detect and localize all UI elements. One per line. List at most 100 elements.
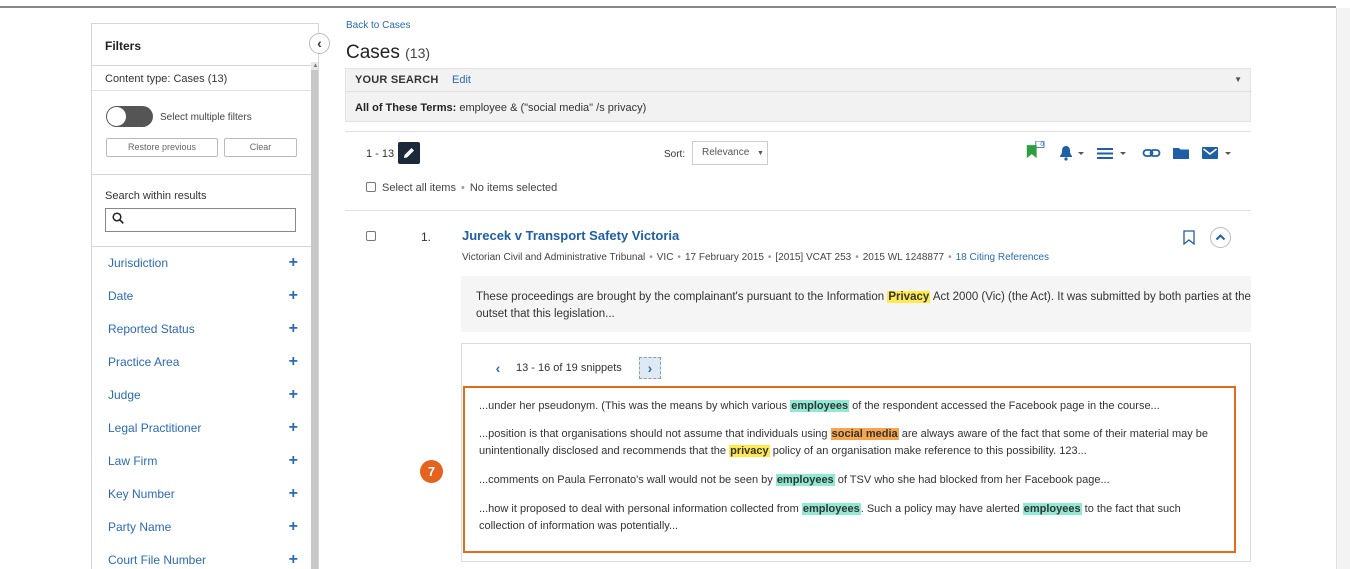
sort-select[interactable]: Relevance ▼ [692,141,768,165]
facet-label: Legal Practitioner [108,421,202,435]
result-checkbox[interactable] [366,231,376,241]
facet-label: Party Name [108,520,172,534]
plus-icon[interactable]: + [289,386,298,404]
folder-icon[interactable] [1172,144,1190,162]
bell-alert-icon[interactable] [1057,144,1087,162]
divider [345,131,1251,132]
restore-previous-button[interactable]: Restore previous [106,138,218,157]
plus-icon[interactable]: + [289,419,298,437]
select-all-checkbox[interactable] [366,182,376,192]
facet-party-name[interactable]: Party Name + [108,518,298,540]
highlight-term: Privacy [887,291,931,303]
divider [92,174,311,175]
facet-label: Practice Area [108,355,180,369]
callout-number-badge: 7 [420,460,443,483]
highlight-term: employees [790,400,850,412]
result-summary: These proceedings are brought by the com… [461,276,1251,332]
edit-list-button[interactable] [398,142,420,164]
your-search-heading: YOUR SEARCH [355,74,439,86]
citing-references-link[interactable]: 18 Citing References [956,252,1049,263]
separator-dot: • [649,252,653,263]
result-number: 1. [421,230,432,244]
select-all-row[interactable]: Select all items • No items selected [366,182,557,194]
divider [345,210,1251,211]
snippet-text: ...comments on Paula Ferronato's wall wo… [479,474,776,486]
search-terms: All of These Terms: employee & ("social … [355,102,646,114]
sidebar-scroll-up[interactable]: ▲ [311,62,318,70]
separator-dot: • [677,252,681,263]
search-within-input[interactable] [105,208,296,232]
search-terms-value: employee & ("social media" /s privacy) [459,102,647,114]
multiple-filters-label: Select multiple filters [160,112,252,123]
separator-dot: • [948,252,952,263]
divider [92,246,311,247]
snippet-item: ...how it proposed to deal with personal… [479,501,1229,535]
separator-dot: • [855,252,859,263]
facet-judge[interactable]: Judge + [108,386,298,408]
summary-text: These proceedings are brought by the com… [476,291,888,303]
snippet-item: ...position is that organisations should… [479,426,1229,460]
sort-label: Sort: [664,149,686,160]
search-terms-label: All of These Terms: [355,102,457,114]
email-delivery-icon[interactable] [1201,144,1237,162]
multiple-filters-toggle[interactable] [106,106,153,127]
back-to-cases-link[interactable]: Back to Cases [346,20,410,31]
chevron-down-icon[interactable]: ▼ [1234,75,1242,84]
toggle-knob [107,107,126,126]
facet-label: Judge [108,388,141,402]
edit-search-link[interactable]: Edit [452,74,471,86]
link-icon[interactable] [1142,144,1162,162]
plus-icon[interactable]: + [289,551,298,569]
facet-court-file-number[interactable]: Court File Number + [108,551,298,569]
facet-date[interactable]: Date + [108,287,298,309]
folder-badge: 0 [1040,142,1044,148]
plus-icon[interactable]: + [289,287,298,305]
snippet-text: . Such a policy may have alerted [860,503,1023,515]
facet-legal-practitioner[interactable]: Legal Practitioner + [108,419,298,441]
plus-icon[interactable]: + [289,518,298,536]
snippet-item: ...under her pseudonym. (This was the me… [479,398,1229,415]
result-jurisdiction: VIC [656,252,674,263]
facet-label: Law Firm [108,454,158,468]
snippet-text: policy of an organisation make reference… [769,445,1087,457]
plus-icon[interactable]: + [289,320,298,338]
snippets-panel: ‹ 13 - 16 of 19 snippets › ...under her … [461,343,1251,562]
facet-jurisdiction[interactable]: Jurisdiction + [108,254,298,276]
highlight-term: employees [775,474,835,486]
facet-key-number[interactable]: Key Number + [108,485,298,507]
facet-practice-area[interactable]: Practice Area + [108,353,298,375]
bookmark-icon[interactable] [1183,230,1195,245]
collapse-sidebar-button[interactable]: ‹ [309,33,330,54]
plus-icon[interactable]: + [289,254,298,272]
page-scrollbar[interactable] [1336,8,1350,569]
previous-snippets-button[interactable]: ‹ [488,358,508,378]
highlight-term: social media [830,428,899,440]
result-count: (13) [405,45,431,61]
result-citation: [2015] VCAT 253 [775,252,852,263]
plus-icon[interactable]: + [289,485,298,503]
snippet-text: ...under her pseudonym. (This was the me… [479,400,791,412]
selection-status: No items selected [469,182,558,194]
pencil-icon [404,148,414,158]
next-snippets-button[interactable]: › [639,357,661,379]
clear-button[interactable]: Clear [224,138,297,157]
snippet-item: ...comments on Paula Ferronato's wall wo… [479,472,1229,489]
list-view-icon[interactable] [1095,144,1131,162]
snippet-text: of TSV who she had blocked from her Face… [834,474,1110,486]
facet-reported-status[interactable]: Reported Status + [108,320,298,342]
results-range: 1 - 13 [366,148,395,160]
facet-law-firm[interactable]: Law Firm + [108,452,298,474]
search-within-label: Search within results [105,190,207,202]
chevron-down-icon: ▼ [757,150,764,157]
plus-icon[interactable]: + [289,353,298,371]
collapse-result-button[interactable] [1210,227,1231,248]
result-tribunal: Victorian Civil and Administrative Tribu… [462,252,646,263]
result-date: 17 February 2015 [684,252,764,263]
separator-dot: • [767,252,772,263]
facet-label: Date [108,289,134,303]
result-title-link[interactable]: Jurecek v Transport Safety Victoria [462,228,679,243]
snippet-text: ...how it proposed to deal with personal… [479,503,802,515]
sidebar-scrollbar[interactable] [311,70,318,569]
plus-icon[interactable]: + [289,452,298,470]
filters-heading: Filters [92,24,311,66]
